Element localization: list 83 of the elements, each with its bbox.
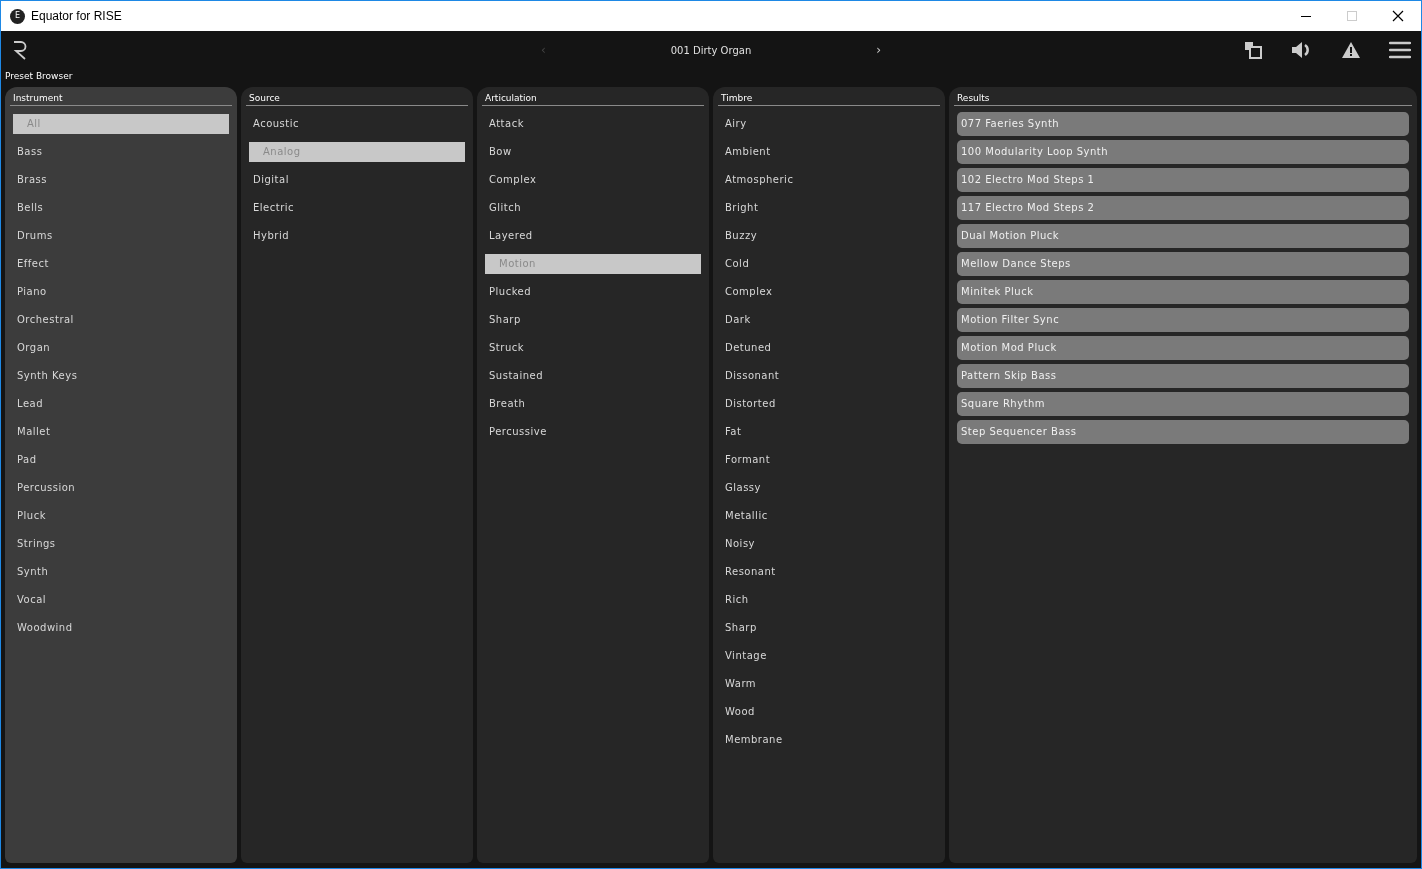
category-item[interactable]: Drums (13, 226, 229, 246)
category-item[interactable]: Cold (721, 254, 937, 274)
category-item[interactable]: Organ (13, 338, 229, 358)
result-item[interactable]: Pattern Skip Bass (957, 364, 1409, 388)
category-item[interactable]: Pluck (13, 506, 229, 526)
category-item[interactable]: Membrane (721, 730, 937, 750)
result-item[interactable]: Motion Filter Sync (957, 308, 1409, 332)
category-item[interactable]: Bow (485, 142, 701, 162)
category-item[interactable]: Digital (249, 170, 465, 190)
window-title: Equator for RISE (31, 8, 122, 25)
category-item[interactable]: Lead (13, 394, 229, 414)
category-item[interactable]: Dark (721, 310, 937, 330)
panel-title: Results (954, 92, 1412, 106)
category-item[interactable]: Dissonant (721, 366, 937, 386)
category-item[interactable]: Sustained (485, 366, 701, 386)
category-item[interactable]: Percussive (485, 422, 701, 442)
category-item[interactable]: Distorted (721, 394, 937, 414)
warning-icon[interactable] (1341, 41, 1361, 59)
category-item[interactable]: Synth Keys (13, 366, 229, 386)
panel-title: Articulation (482, 92, 704, 106)
category-item[interactable]: Strings (13, 534, 229, 554)
category-item[interactable]: Warm (721, 674, 937, 694)
close-icon (1392, 10, 1404, 22)
result-item[interactable]: Square Rhythm (957, 392, 1409, 416)
category-item[interactable]: Detuned (721, 338, 937, 358)
category-item[interactable]: Woodwind (13, 618, 229, 638)
category-item[interactable]: Complex (721, 282, 937, 302)
panel-title: Instrument (10, 92, 232, 106)
category-item[interactable]: Brass (13, 170, 229, 190)
category-item[interactable]: Resonant (721, 562, 937, 582)
category-item[interactable]: Wood (721, 702, 937, 722)
section-title: Preset Browser (4, 70, 74, 83)
category-item[interactable]: Vocal (13, 590, 229, 610)
category-item[interactable]: Bass (13, 142, 229, 162)
category-item[interactable]: Struck (485, 338, 701, 358)
result-item[interactable]: Mellow Dance Steps (957, 252, 1409, 276)
result-item[interactable]: Step Sequencer Bass (957, 420, 1409, 444)
category-item[interactable]: Percussion (13, 478, 229, 498)
category-item[interactable]: Breath (485, 394, 701, 414)
category-item[interactable]: Synth (13, 562, 229, 582)
panel-title: Source (246, 92, 468, 106)
menu-icon[interactable] (1389, 41, 1411, 59)
category-item[interactable]: Acoustic (249, 114, 465, 134)
category-item[interactable]: Noisy (721, 534, 937, 554)
category-item[interactable]: Atmospheric (721, 170, 937, 190)
result-item[interactable]: Minitek Pluck (957, 280, 1409, 304)
result-item[interactable]: Dual Motion Pluck (957, 224, 1409, 248)
category-item[interactable]: Fat (721, 422, 937, 442)
next-preset-button[interactable]: › (876, 41, 881, 59)
category-item[interactable]: Airy (721, 114, 937, 134)
result-item[interactable]: 100 Modularity Loop Synth (957, 140, 1409, 164)
category-item[interactable]: Mallet (13, 422, 229, 442)
category-item[interactable]: Bells (13, 198, 229, 218)
category-item[interactable]: Ambient (721, 142, 937, 162)
category-item[interactable]: Hybrid (249, 226, 465, 246)
category-item[interactable]: Layered (485, 226, 701, 246)
result-item[interactable]: 117 Electro Mod Steps 2 (957, 196, 1409, 220)
category-item[interactable]: Formant (721, 450, 937, 470)
preset-name: 001 Dirty Organ (670, 43, 752, 58)
result-item[interactable]: 102 Electro Mod Steps 1 (957, 168, 1409, 192)
result-item[interactable]: 077 Faeries Synth (957, 112, 1409, 136)
panel-title: Timbre (718, 92, 940, 106)
category-item[interactable]: Sharp (485, 310, 701, 330)
category-item[interactable]: Complex (485, 170, 701, 190)
category-item[interactable]: Orchestral (13, 310, 229, 330)
category-item[interactable]: Buzzy (721, 226, 937, 246)
result-item[interactable]: Motion Mod Pluck (957, 336, 1409, 360)
category-item[interactable]: Piano (13, 282, 229, 302)
category-item[interactable]: Metallic (721, 506, 937, 526)
logo-icon (13, 40, 27, 60)
category-item[interactable]: Bright (721, 198, 937, 218)
app-logo-icon: E (10, 8, 25, 24)
category-item[interactable]: Vintage (721, 646, 937, 666)
category-item[interactable]: Attack (485, 114, 701, 134)
windows-icon[interactable] (1244, 40, 1263, 60)
category-item[interactable]: Plucked (485, 282, 701, 302)
category-item[interactable]: Effect (13, 254, 229, 274)
category-item[interactable]: Sharp (721, 618, 937, 638)
category-item[interactable]: Electric (249, 198, 465, 218)
category-item[interactable]: Glassy (721, 478, 937, 498)
category-item[interactable]: Pad (13, 450, 229, 470)
category-item[interactable]: Glitch (485, 198, 701, 218)
category-item[interactable]: Rich (721, 590, 937, 610)
